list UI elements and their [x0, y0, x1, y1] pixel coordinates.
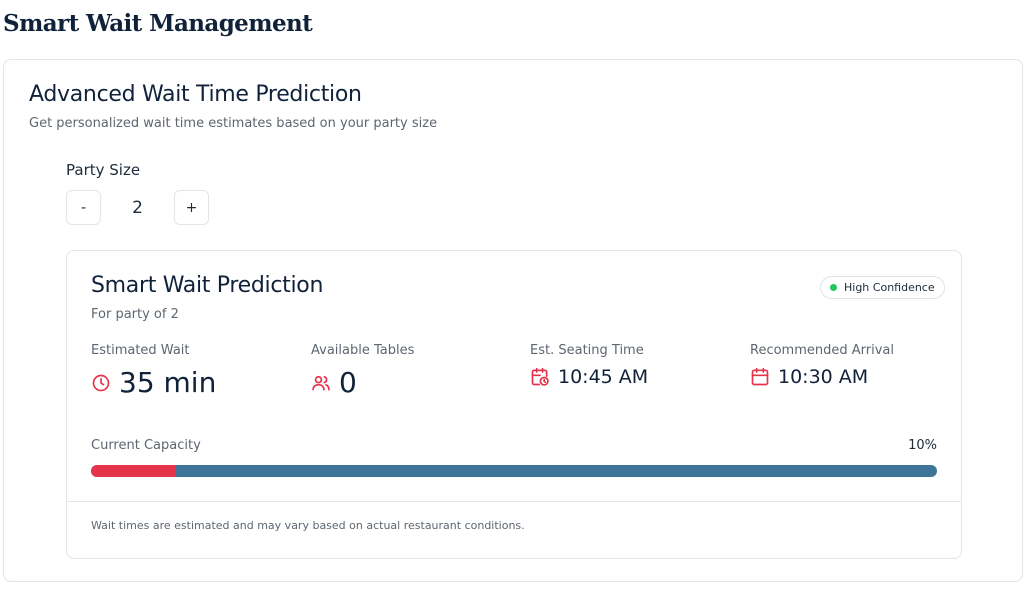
stat-value: 35 min	[119, 366, 217, 399]
prediction-card: Smart Wait Prediction For party of 2 Hig…	[66, 250, 962, 559]
stat-estimated-wait: Estimated Wait 35 min	[91, 343, 216, 399]
status-dot-icon	[830, 284, 837, 291]
calendar-clock-icon	[530, 367, 550, 387]
stat-label: Recommended Arrival	[750, 343, 894, 358]
capacity-bar	[91, 465, 937, 477]
capacity-bar-fill	[91, 465, 176, 477]
stat-value: 0	[339, 366, 357, 399]
prediction-title: Smart Wait Prediction	[91, 273, 324, 298]
clock-icon	[91, 373, 111, 393]
stat-label: Estimated Wait	[91, 343, 190, 358]
stat-value: 10:45 AM	[558, 366, 649, 388]
divider	[67, 501, 961, 502]
party-size-label: Party Size	[66, 161, 141, 179]
prediction-subtitle: For party of 2	[91, 307, 179, 322]
stat-label: Available Tables	[311, 343, 415, 358]
section-title: Advanced Wait Time Prediction	[29, 82, 362, 107]
decrease-party-button[interactable]: -	[66, 190, 101, 225]
page-title: Smart Wait Management	[3, 10, 313, 37]
stat-value: 10:30 AM	[778, 366, 869, 388]
confidence-badge: High Confidence	[820, 276, 945, 299]
users-icon	[311, 373, 331, 393]
calendar-icon	[750, 367, 770, 387]
party-size-value: 2	[132, 197, 143, 218]
stat-available-tables: Available Tables 0	[311, 343, 414, 399]
stat-seating-time: Est. Seating Time 10:45 AM	[530, 343, 648, 388]
capacity-label: Current Capacity	[91, 438, 201, 453]
wait-prediction-card: Advanced Wait Time Prediction Get person…	[3, 59, 1023, 582]
stat-recommended-arrival: Recommended Arrival 10:30 AM	[750, 343, 894, 388]
capacity-percent: 10%	[908, 438, 937, 453]
section-subtitle: Get personalized wait time estimates bas…	[29, 116, 438, 131]
disclaimer-text: Wait times are estimated and may vary ba…	[91, 519, 525, 532]
increase-party-button[interactable]: +	[174, 190, 209, 225]
stat-label: Est. Seating Time	[530, 343, 644, 358]
confidence-badge-label: High Confidence	[844, 281, 935, 294]
